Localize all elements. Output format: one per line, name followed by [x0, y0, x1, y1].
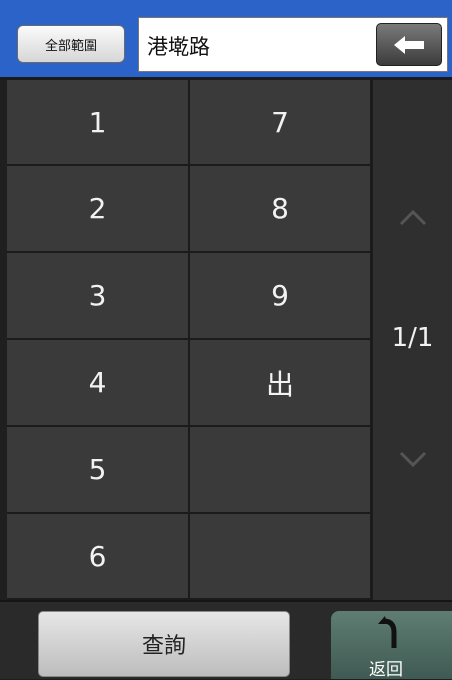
- list-item[interactable]: 2: [7, 166, 190, 253]
- search-input[interactable]: 港墘路: [138, 17, 448, 72]
- result-grid: 1 7 2 8 3 9 4 出 5 6: [7, 80, 372, 600]
- top-bar: 全部範圍 港墘路: [0, 0, 452, 80]
- page-scroller: 1/1: [371, 80, 452, 600]
- backspace-button[interactable]: [376, 23, 442, 66]
- search-input-value: 港墘路: [147, 34, 210, 59]
- page-indicator: 1/1: [391, 323, 434, 353]
- chevron-up-icon[interactable]: [398, 202, 428, 232]
- list-item[interactable]: 8: [190, 166, 372, 253]
- list-item[interactable]: 7: [190, 80, 372, 166]
- all-range-button[interactable]: 全部範圍: [17, 25, 125, 63]
- list-item: [190, 514, 372, 600]
- left-arrow-icon: [394, 35, 424, 54]
- list-item[interactable]: 6: [7, 514, 190, 600]
- list-item: [190, 427, 372, 514]
- list-item[interactable]: 1: [7, 80, 190, 166]
- list-item[interactable]: 9: [190, 253, 372, 340]
- return-arrow-icon: [378, 616, 397, 648]
- return-button[interactable]: 返回: [331, 611, 452, 680]
- bottom-bar: 查詢 返回: [0, 600, 452, 680]
- list-item[interactable]: 5: [7, 427, 190, 514]
- list-item[interactable]: 4: [7, 340, 190, 427]
- query-button[interactable]: 查詢: [38, 611, 290, 677]
- list-item[interactable]: 出: [190, 340, 372, 427]
- return-label: 返回: [369, 660, 403, 680]
- list-item[interactable]: 3: [7, 253, 190, 340]
- chevron-down-icon[interactable]: [398, 445, 428, 475]
